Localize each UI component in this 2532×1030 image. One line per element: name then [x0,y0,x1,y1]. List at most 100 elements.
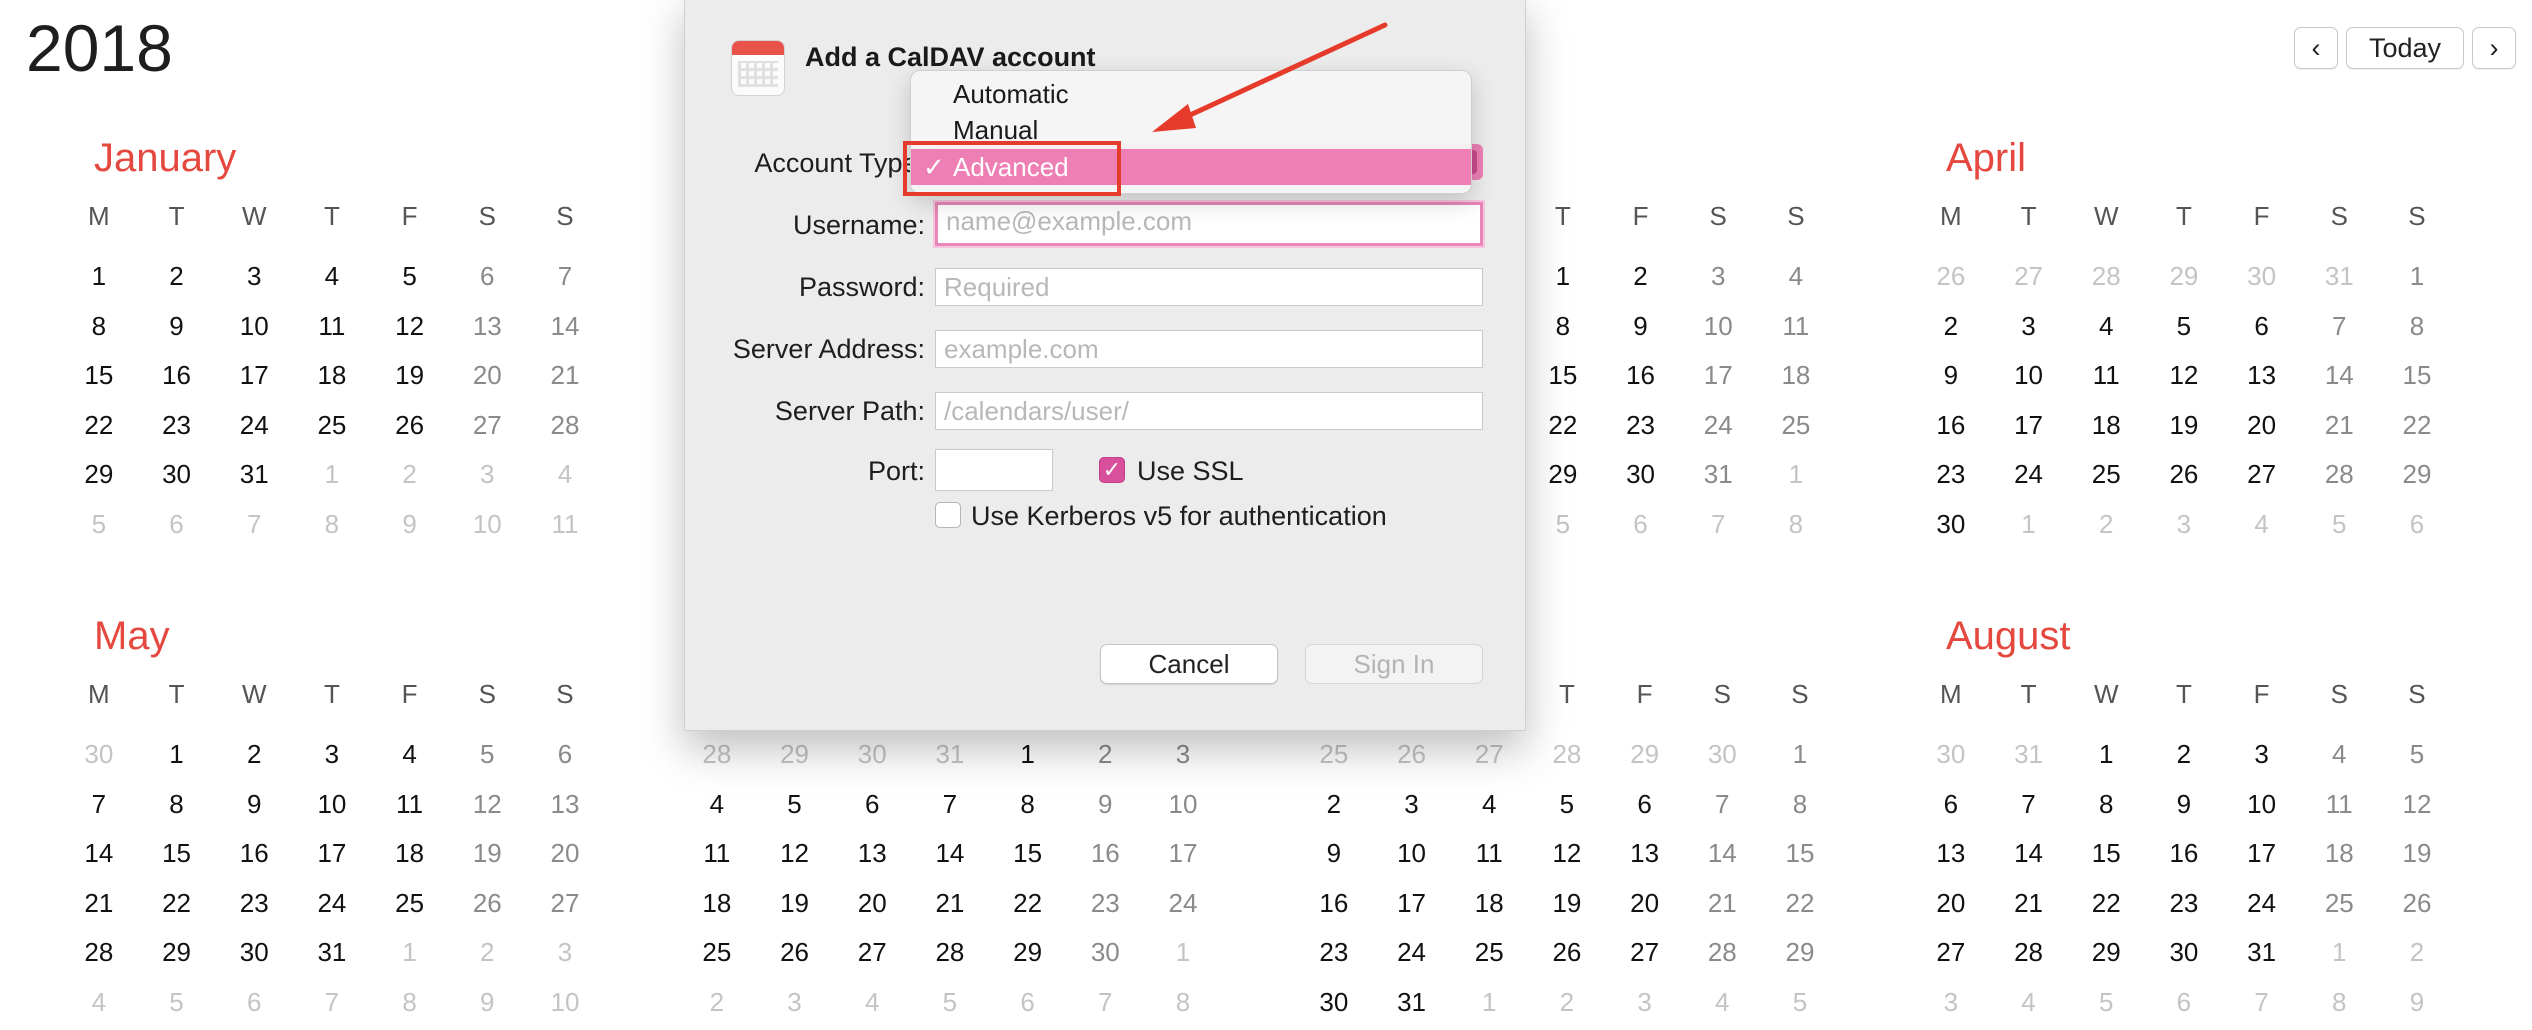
day-cell[interactable]: 7 [1683,780,1761,830]
previous-year-button[interactable]: ‹ [2294,27,2338,69]
day-cell[interactable]: 11 [293,302,371,352]
day-cell[interactable]: 2 [215,730,293,780]
day-cell[interactable]: 6 [2223,302,2301,352]
day-cell[interactable]: 16 [138,351,216,401]
day-cell[interactable]: 2 [1295,780,1373,830]
day-cell[interactable]: 4 [833,978,911,1028]
day-cell[interactable]: 19 [448,829,526,879]
day-cell[interactable]: 8 [1757,500,1835,550]
day-cell[interactable]: 6 [833,780,911,830]
day-cell[interactable]: 16 [1602,351,1680,401]
day-cell[interactable]: 17 [293,829,371,879]
day-cell[interactable]: 25 [1757,401,1835,451]
day-cell[interactable]: 30 [1683,730,1761,780]
day-cell[interactable]: 2 [2145,730,2223,780]
day-cell[interactable]: 5 [60,500,138,550]
day-cell[interactable]: 8 [989,780,1067,830]
next-year-button[interactable]: › [2472,27,2516,69]
day-cell[interactable]: 25 [1295,730,1373,780]
use-ssl-checkbox[interactable]: ✓ [1099,457,1125,483]
day-cell[interactable]: 5 [448,730,526,780]
day-cell[interactable]: 27 [526,879,604,929]
day-cell[interactable]: 4 [2300,730,2378,780]
day-cell[interactable]: 28 [2300,450,2378,500]
day-cell[interactable]: 4 [2223,500,2301,550]
day-cell[interactable]: 10 [448,500,526,550]
day-cell[interactable]: 13 [2223,351,2301,401]
day-cell[interactable]: 29 [138,928,216,978]
today-button[interactable]: Today [2346,27,2464,69]
day-cell[interactable]: 15 [2067,829,2145,879]
day-cell[interactable]: 30 [2223,252,2301,302]
day-cell[interactable]: 5 [911,978,989,1028]
day-cell[interactable]: 10 [2223,780,2301,830]
day-cell[interactable]: 13 [1912,829,1990,879]
day-cell[interactable]: 22 [138,879,216,929]
day-cell[interactable]: 2 [2067,500,2145,550]
day-cell[interactable]: 2 [371,450,449,500]
server-address-field[interactable]: example.com [935,330,1483,368]
day-cell[interactable]: 24 [1679,401,1757,451]
day-cell[interactable]: 1 [371,928,449,978]
day-cell[interactable]: 11 [2067,351,2145,401]
day-cell[interactable]: 26 [448,879,526,929]
day-cell[interactable]: 3 [1990,302,2068,352]
day-cell[interactable]: 4 [1450,780,1528,830]
day-cell[interactable]: 10 [215,302,293,352]
day-cell[interactable]: 25 [293,401,371,451]
day-cell[interactable]: 8 [1761,780,1839,830]
day-cell[interactable]: 5 [756,780,834,830]
day-cell[interactable]: 8 [1524,302,1602,352]
day-cell[interactable]: 30 [60,730,138,780]
day-cell[interactable]: 9 [138,302,216,352]
day-cell[interactable]: 26 [1912,252,1990,302]
day-cell[interactable]: 2 [2378,928,2456,978]
day-cell[interactable]: 27 [2223,450,2301,500]
day-cell[interactable]: 20 [526,829,604,879]
day-cell[interactable]: 17 [1373,879,1451,929]
day-cell[interactable]: 20 [448,351,526,401]
day-cell[interactable]: 18 [2300,829,2378,879]
day-cell[interactable]: 4 [371,730,449,780]
day-cell[interactable]: 16 [1295,879,1373,929]
day-cell[interactable]: 21 [526,351,604,401]
day-cell[interactable]: 7 [293,978,371,1028]
day-cell[interactable]: 9 [1295,829,1373,879]
day-cell[interactable]: 21 [911,879,989,929]
day-cell[interactable]: 15 [1761,829,1839,879]
sign-in-button[interactable]: Sign In [1305,644,1483,684]
day-cell[interactable]: 14 [1683,829,1761,879]
day-cell[interactable]: 17 [1144,829,1222,879]
day-cell[interactable]: 12 [756,829,834,879]
day-cell[interactable]: 29 [1606,730,1684,780]
cancel-button[interactable]: Cancel [1100,644,1278,684]
day-cell[interactable]: 24 [293,879,371,929]
day-cell[interactable]: 7 [2300,302,2378,352]
day-cell[interactable]: 1 [989,730,1067,780]
day-cell[interactable]: 10 [293,780,371,830]
day-cell[interactable]: 24 [215,401,293,451]
kerberos-checkbox[interactable] [935,502,961,528]
day-cell[interactable]: 13 [526,780,604,830]
day-cell[interactable]: 22 [1524,401,1602,451]
day-cell[interactable]: 2 [678,978,756,1028]
day-cell[interactable]: 1 [293,450,371,500]
day-cell[interactable]: 23 [1602,401,1680,451]
day-cell[interactable]: 16 [1912,401,1990,451]
day-cell[interactable]: 24 [1373,928,1451,978]
day-cell[interactable]: 24 [1144,879,1222,929]
day-cell[interactable]: 2 [138,252,216,302]
day-cell[interactable]: 28 [678,730,756,780]
day-cell[interactable]: 4 [678,780,756,830]
day-cell[interactable]: 13 [833,829,911,879]
day-cell[interactable]: 23 [1066,879,1144,929]
day-cell[interactable]: 30 [1912,500,1990,550]
day-cell[interactable]: 8 [371,978,449,1028]
day-cell[interactable]: 27 [1912,928,1990,978]
day-cell[interactable]: 15 [2378,351,2456,401]
day-cell[interactable]: 11 [371,780,449,830]
day-cell[interactable]: 7 [1066,978,1144,1028]
day-cell[interactable]: 3 [1144,730,1222,780]
day-cell[interactable]: 25 [2300,879,2378,929]
day-cell[interactable]: 4 [1683,978,1761,1028]
